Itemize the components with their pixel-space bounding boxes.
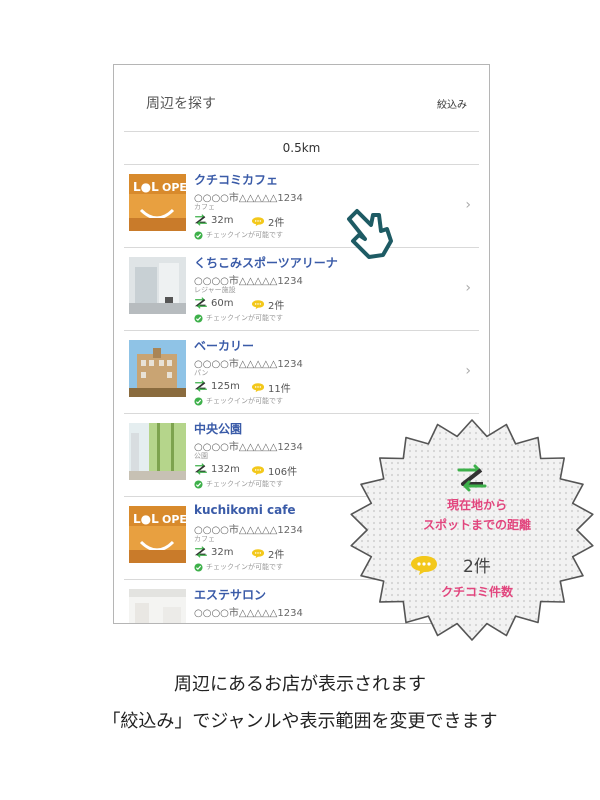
- checkin-status: チェックインが可能です: [194, 313, 283, 323]
- spot-name: 中央公園: [194, 422, 243, 436]
- list-item[interactable]: くちこみスポーツアリーナ ○○○○市△△△△△1234 レジャー施設 60m 2件 チェッ…: [124, 248, 479, 331]
- distance-icon: [194, 214, 207, 226]
- svg-text:OPE: OPE: [162, 181, 186, 194]
- spot-photo: [129, 589, 186, 623]
- spot-address: ○○○○市△△△△△1234: [194, 442, 303, 453]
- spot-name: クチコミカフェ: [194, 173, 279, 187]
- spot-address: ○○○○市△△△△△1234: [194, 608, 303, 619]
- distance-icon: [194, 380, 207, 392]
- hand-pointer-icon: [347, 209, 393, 259]
- spot-name: ベーカリー: [194, 339, 255, 353]
- spot-photo: L●L OPE: [129, 506, 186, 563]
- checkin-text: チェックインが可能です: [206, 480, 283, 488]
- checkin-icon: [194, 396, 203, 406]
- spot-category: パン: [194, 369, 209, 377]
- legend-callout: 現在地から スポットまでの距離 2件 クチコミ件数: [347, 418, 597, 642]
- checkin-text: チェックインが可能です: [206, 231, 283, 239]
- caption-line1: 周辺にあるお店が表示されます: [174, 674, 426, 695]
- page-title: 周辺を探す: [146, 96, 216, 112]
- count-example: 2件: [463, 557, 491, 577]
- distance-range[interactable]: 0.5km: [124, 131, 479, 165]
- spot-photo: L●L OPE: [129, 174, 186, 231]
- spot-distance: 32m: [194, 546, 233, 558]
- checkin-icon: [194, 562, 203, 572]
- distance-legend-line1: 現在地から: [446, 498, 507, 512]
- checkin-icon: [194, 313, 203, 323]
- spot-photo: [129, 423, 186, 480]
- list-item[interactable]: L●L OPE クチコミカフェ ○○○○市△△△△△1234 カフェ 32m 2件 チェックイ…: [124, 165, 479, 248]
- spot-name: エステサロン: [194, 588, 267, 602]
- review-count-value: 2件: [268, 301, 285, 312]
- speech-bubble-icon: [251, 383, 265, 393]
- distance-icon: [194, 463, 207, 475]
- distance-icon: [194, 297, 207, 309]
- spot-distance: 60m: [194, 297, 233, 309]
- checkin-status: チェックインが可能です: [194, 396, 283, 406]
- chevron-right-icon: ›: [465, 363, 471, 379]
- review-count: 106件: [251, 463, 297, 478]
- spot-category: カフェ: [194, 203, 215, 211]
- svg-text:L●L: L●L: [133, 512, 159, 526]
- spot-photo: [129, 257, 186, 314]
- speech-bubble-icon: [411, 555, 437, 575]
- review-count-value: 2件: [268, 218, 285, 229]
- checkin-icon: [194, 230, 203, 240]
- checkin-status: チェックインが可能です: [194, 230, 283, 240]
- distance-value: 60m: [211, 297, 234, 309]
- distance-legend-label: 現在地から スポットまでの距離: [377, 495, 577, 535]
- chevron-right-icon: ›: [465, 197, 471, 213]
- distance-value: 125m: [211, 380, 240, 392]
- speech-bubble-icon: [251, 217, 265, 227]
- distance-icon: [194, 546, 207, 558]
- spot-category: カフェ: [194, 535, 215, 543]
- speech-bubble-icon: [251, 300, 265, 310]
- spot-category: レジャー施設: [194, 286, 236, 294]
- review-count-value: 106件: [268, 467, 298, 478]
- chevron-right-icon: ›: [465, 280, 471, 296]
- review-count: 11件: [251, 380, 291, 395]
- checkin-status: チェックインが可能です: [194, 479, 283, 489]
- checkin-text: チェックインが可能です: [206, 314, 283, 322]
- distance-icon: [457, 464, 487, 492]
- checkin-text: チェックインが可能です: [206, 563, 283, 571]
- svg-text:OPE: OPE: [162, 513, 186, 526]
- speech-bubble-icon: [251, 466, 265, 476]
- count-legend-label: クチコミ件数: [440, 585, 513, 599]
- distance-value: 32m: [211, 214, 234, 226]
- spot-name: くちこみスポーツアリーナ: [194, 256, 338, 270]
- header: 周辺を探す 絞込み: [114, 65, 489, 131]
- review-count: 2件: [251, 297, 284, 312]
- spot-distance: 32m: [194, 214, 233, 226]
- spot-photo: [129, 340, 186, 397]
- svg-text:L●L: L●L: [133, 180, 159, 194]
- list-item[interactable]: ベーカリー ○○○○市△△△△△1234 パン 125m 11件チェックインが可能です ›: [124, 331, 479, 414]
- spot-name: kuchikomi cafe: [194, 503, 296, 517]
- review-count: 2件: [251, 546, 284, 561]
- caption-line2: 「絞込み」でジャンルや表示範囲を変更できます: [102, 711, 498, 732]
- spot-distance: 125m: [194, 380, 240, 392]
- review-count-value: 11件: [268, 384, 291, 395]
- review-count-value: 2件: [268, 550, 285, 561]
- checkin-status: チェックインが可能です: [194, 562, 283, 572]
- distance-value: 132m: [211, 463, 240, 475]
- distance-legend-line2: スポットまでの距離: [422, 518, 531, 532]
- checkin-icon: [194, 479, 203, 489]
- checkin-text: チェックインが可能です: [206, 397, 283, 405]
- spot-distance: 132m: [194, 463, 240, 475]
- spot-address: ○○○○市△△△△△1234: [194, 359, 303, 370]
- review-count: 2件: [251, 214, 284, 229]
- filter-button[interactable]: 絞込み: [437, 96, 467, 111]
- distance-value: 32m: [211, 546, 234, 558]
- speech-bubble-icon: [251, 549, 265, 559]
- spot-category: 公園: [194, 452, 208, 460]
- count-legend: 2件: [409, 552, 491, 577]
